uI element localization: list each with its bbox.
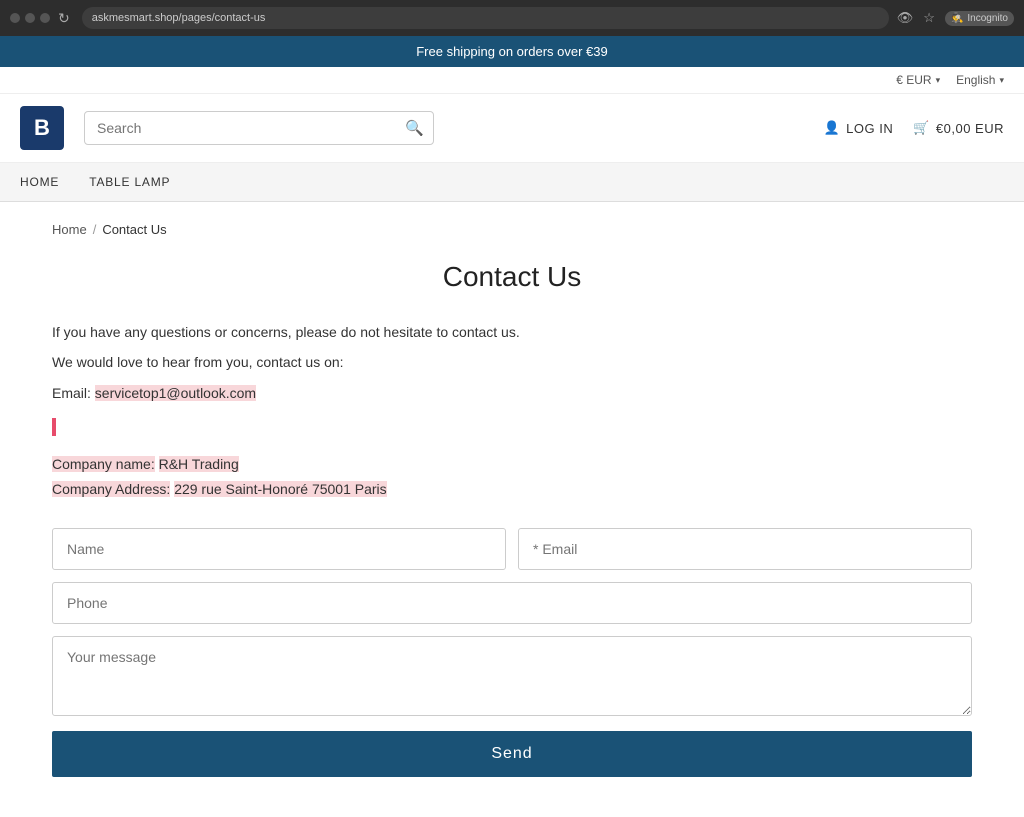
email-line: Email: servicetop1@outlook.com	[52, 382, 972, 404]
user-icon: 👤	[823, 120, 840, 136]
incognito-icon: 🕵	[951, 13, 963, 24]
browser-dot-1	[10, 13, 20, 23]
login-button[interactable]: 👤 LOG IN	[823, 120, 893, 136]
cart-button[interactable]: 🛒 €0,00 EUR	[913, 120, 1004, 136]
phone-input[interactable]	[52, 582, 972, 624]
currency-label: € EUR	[896, 73, 931, 87]
currency-chevron: ▾	[936, 75, 941, 86]
send-button[interactable]: Send	[52, 731, 972, 777]
message-field	[52, 636, 972, 719]
breadcrumb-current: Contact Us	[102, 222, 166, 237]
reload-icon[interactable]: ↻	[58, 10, 70, 27]
browser-chrome: ↻ askmesmart.shop/pages/contact-us 👁 ☆ 🕵…	[0, 0, 1024, 36]
breadcrumb: Home / Contact Us	[52, 222, 972, 237]
main-content: Home / Contact Us Contact Us If you have…	[32, 202, 992, 817]
breadcrumb-home[interactable]: Home	[52, 222, 87, 237]
nav-item-home[interactable]: HOME	[20, 163, 59, 201]
login-label: LOG IN	[846, 121, 893, 136]
company-address-label: Company Address:	[52, 481, 170, 497]
intro-text-1: If you have any questions or concerns, p…	[52, 321, 972, 343]
browser-dots	[10, 13, 50, 23]
language-label: English	[956, 73, 995, 87]
message-input[interactable]	[52, 636, 972, 716]
company-name-value: R&H Trading	[159, 456, 239, 472]
phone-field	[52, 582, 972, 624]
shipping-banner: Free shipping on orders over €39	[0, 36, 1024, 67]
browser-dot-3	[40, 13, 50, 23]
company-info: Company name: R&H Trading Company Addres…	[52, 453, 972, 500]
cart-total: €0,00 EUR	[936, 121, 1004, 136]
email-value: servicetop1@outlook.com	[95, 385, 256, 401]
search-icon[interactable]: 🔍	[405, 119, 424, 137]
search-input[interactable]	[84, 111, 434, 145]
star-icon[interactable]: ☆	[923, 10, 935, 26]
incognito-badge: 🕵 Incognito	[945, 11, 1014, 26]
company-name-line: Company name: R&H Trading	[52, 453, 972, 475]
company-address-value: 229 rue Saint-Honoré 75001 Paris	[174, 481, 386, 497]
pink-bar-accent	[52, 418, 56, 436]
header: B 🔍 👤 LOG IN 🛒 €0,00 EUR	[0, 94, 1024, 163]
company-address-line: Company Address: 229 rue Saint-Honoré 75…	[52, 478, 972, 500]
logo[interactable]: B	[20, 106, 64, 150]
language-chevron: ▾	[999, 75, 1004, 86]
shipping-text: Free shipping on orders over €39	[416, 44, 608, 59]
contact-info: If you have any questions or concerns, p…	[52, 321, 972, 500]
company-name-label: Company name:	[52, 456, 155, 472]
browser-dot-2	[25, 13, 35, 23]
header-actions: 👤 LOG IN 🛒 €0,00 EUR	[823, 120, 1004, 136]
currency-selector[interactable]: € EUR ▾	[896, 73, 940, 87]
nav-item-table-lamp[interactable]: TABLE LAMP	[89, 163, 170, 201]
logo-letter: B	[34, 115, 50, 141]
url-bar[interactable]: askmesmart.shop/pages/contact-us	[82, 7, 889, 29]
name-email-row	[52, 528, 972, 570]
message-row	[52, 636, 972, 719]
contact-form: Send	[52, 528, 972, 777]
cart-icon: 🛒	[913, 120, 930, 136]
browser-icons: 👁 ☆ 🕵 Incognito	[897, 10, 1014, 26]
name-field	[52, 528, 506, 570]
search-bar: 🔍	[84, 111, 434, 145]
utility-bar: € EUR ▾ English ▾	[0, 67, 1024, 94]
email-label: Email:	[52, 385, 91, 401]
page-title: Contact Us	[52, 261, 972, 293]
main-nav: HOME TABLE LAMP	[0, 163, 1024, 202]
phone-row	[52, 582, 972, 624]
language-selector[interactable]: English ▾	[956, 73, 1004, 87]
incognito-label: Incognito	[967, 13, 1008, 24]
visibility-icon: 👁	[897, 10, 914, 26]
email-field	[518, 528, 972, 570]
name-input[interactable]	[52, 528, 506, 570]
intro-text-2: We would love to hear from you, contact …	[52, 351, 972, 373]
url-text: askmesmart.shop/pages/contact-us	[92, 12, 266, 24]
email-input[interactable]	[518, 528, 972, 570]
breadcrumb-separator: /	[93, 222, 97, 237]
